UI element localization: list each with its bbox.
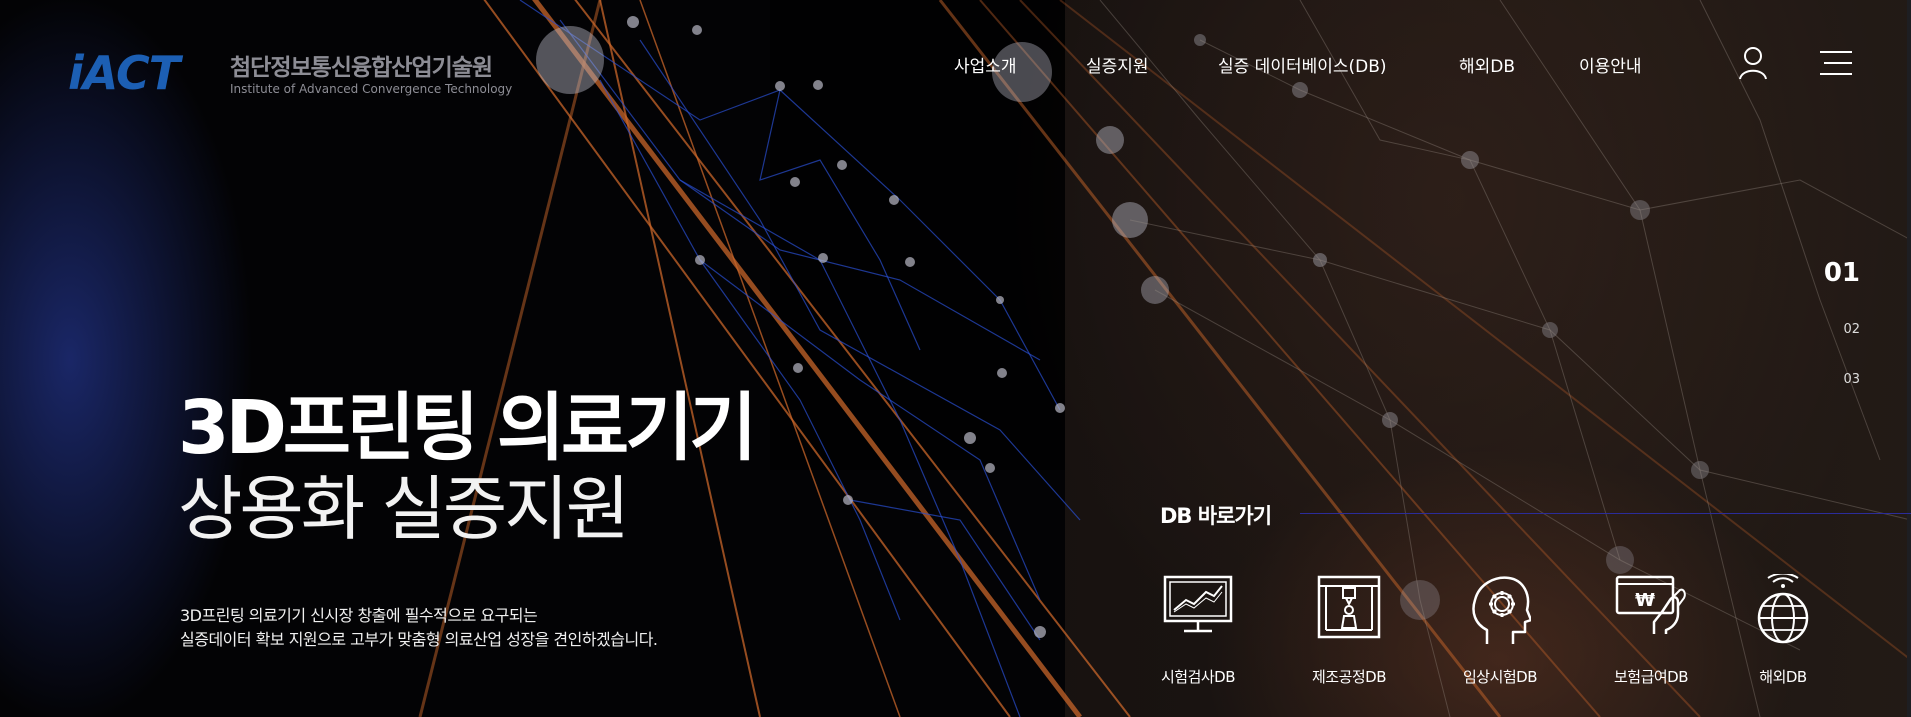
logo-mark: iACT [68, 46, 180, 100]
hero-description-line2: 실증데이터 확보 지원으로 고부가 맞춤형 의료산업 성장을 견인하겠습니다. [180, 630, 658, 649]
slide-indicator-1[interactable]: 01 [1824, 258, 1860, 288]
hero-description: 3D프린팅 의료기기 신시장 창출에 필수적으로 요구되는 실증데이터 확보 지… [180, 604, 658, 652]
db-shortcut-title: DB 바로가기 [1160, 504, 1272, 528]
hamburger-menu-icon[interactable] [1820, 50, 1852, 76]
db-shortcut-clinical-trial[interactable]: 임상시험DB [1435, 574, 1565, 694]
nav-item-database[interactable]: 실증 데이터베이스(DB) [1218, 52, 1387, 77]
3d-printer-icon [1317, 575, 1381, 639]
nav-item-overseas-db[interactable]: 해외DB [1459, 52, 1515, 77]
globe-wifi-icon [1757, 574, 1809, 644]
db-shortcut-label: 제조공정DB [1311, 668, 1387, 686]
nav-item-about[interactable]: 사업소개 [954, 52, 1017, 77]
db-shortcut-label: 보험급여DB [1613, 668, 1689, 686]
monitor-chart-icon [1163, 575, 1233, 633]
hero-title-line1: 3D프린팅 의료기기 [178, 385, 757, 471]
svg-text:₩: ₩ [1635, 590, 1655, 611]
logo-name-en: Institute of Advanced Convergence Techno… [230, 82, 513, 96]
hero-title-line2: 상용화 실증지원 [178, 468, 630, 550]
slide-indicator-3[interactable]: 03 [1843, 372, 1860, 387]
head-gear-icon [1472, 576, 1531, 644]
db-shortcut-divider [1300, 513, 1911, 514]
site-logo[interactable]: iACT 첨단정보통신융합산업기술원 Institute of Advanced… [68, 46, 512, 102]
nav-item-guide[interactable]: 이용안내 [1579, 52, 1642, 77]
logo-name-ko: 첨단정보통신융합산업기술원 [230, 55, 493, 81]
db-shortcut-overseas[interactable]: 해외DB [1718, 574, 1848, 694]
db-shortcut-test-inspection[interactable]: 시험검사DB [1133, 574, 1263, 694]
db-shortcut-label: 해외DB [1759, 668, 1807, 686]
scrollbar-edge [1907, 0, 1911, 717]
nav-item-support[interactable]: 실증지원 [1086, 52, 1149, 77]
db-shortcut-label: 임상시험DB [1462, 668, 1538, 686]
db-shortcut-manufacturing[interactable]: 제조공정DB [1284, 574, 1414, 694]
slide-indicator-2[interactable]: 02 [1843, 322, 1860, 337]
hero-description-line1: 3D프린팅 의료기기 신시장 창출에 필수적으로 요구되는 [180, 606, 538, 625]
user-icon[interactable] [1738, 46, 1768, 80]
hand-won-card-icon: ₩ [1615, 575, 1686, 634]
db-shortcut-insurance[interactable]: ₩ 보험급여DB [1586, 574, 1716, 694]
db-shortcut-label: 시험검사DB [1160, 668, 1236, 686]
